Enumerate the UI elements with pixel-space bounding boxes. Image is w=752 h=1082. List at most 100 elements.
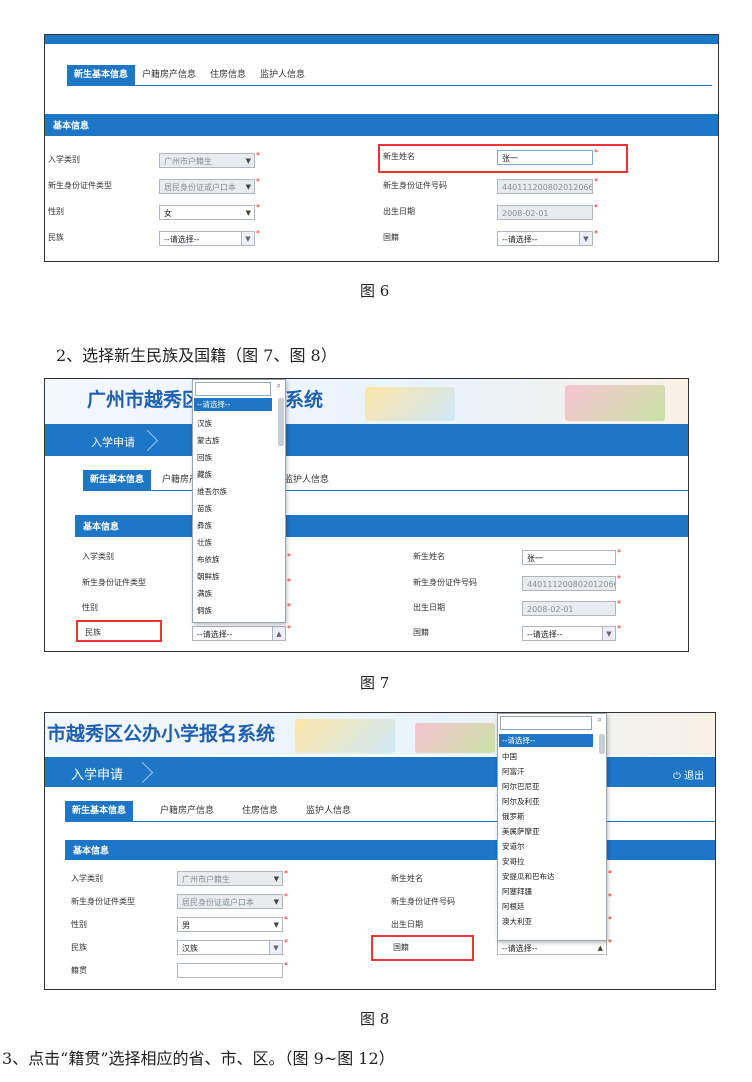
label-id-type: 新生身份证件类型 xyxy=(82,578,146,587)
dropdown-option[interactable]: 汉族 xyxy=(197,418,212,429)
caption-figure-8: 图 8 xyxy=(360,1010,390,1028)
ethnicity-select[interactable]: --请选择-- ▲ xyxy=(192,626,286,641)
required-mark: * xyxy=(284,892,288,901)
label-entry-type: 入学类别 xyxy=(71,874,103,883)
nationality-select[interactable]: --请选择-- ▼ xyxy=(522,626,616,641)
required-mark: * xyxy=(256,229,260,238)
tab-household-property[interactable]: 户籍房产信息 xyxy=(153,801,221,821)
dropdown-option[interactable]: 俄罗斯 xyxy=(502,811,525,822)
required-mark: * xyxy=(594,177,598,186)
dropdown-scrollbar[interactable] xyxy=(278,398,284,446)
highlight-name-field xyxy=(378,144,628,173)
dropdown-option[interactable]: 壮族 xyxy=(197,537,212,548)
label-birth-date: 出生日期 xyxy=(413,603,445,612)
section-header-basic-info: 基本信息 xyxy=(45,114,718,136)
dropdown-option[interactable]: 阿尔巴尼亚 xyxy=(502,781,540,792)
caption-figure-6: 图 6 xyxy=(360,282,390,300)
tab-housing[interactable]: 住房信息 xyxy=(203,65,253,85)
search-icon: ⌕ xyxy=(597,715,602,724)
dropdown-option[interactable]: 苗族 xyxy=(197,503,212,514)
entry-type-select[interactable]: 广州市户籍生 ▼ xyxy=(177,871,283,886)
nav-enrollment-application[interactable]: 入学申请 xyxy=(71,764,123,783)
caption-figure-7: 图 7 xyxy=(360,674,390,692)
search-icon: ⌕ xyxy=(276,381,281,390)
dropdown-option[interactable]: 安哥拉 xyxy=(502,856,525,867)
tab-housing[interactable]: 住房信息 xyxy=(235,801,285,821)
nav-enrollment-application[interactable]: 入学申请 xyxy=(91,434,135,450)
required-mark: * xyxy=(284,915,288,924)
label-nationality: 国籍 xyxy=(413,628,429,637)
ethnicity-select[interactable]: --请选择-- ▼ xyxy=(159,231,255,246)
system-title-suffix: 系统 xyxy=(285,389,324,411)
power-icon: ⏻ xyxy=(673,771,681,782)
tab-guardian[interactable]: 监护人信息 xyxy=(299,801,358,821)
dropdown-option-selected[interactable]: --请选择-- xyxy=(499,734,593,747)
required-mark: * xyxy=(287,552,291,561)
nationality-select[interactable]: --请选择-- ▲ xyxy=(497,940,607,955)
ethnicity-dropdown-list[interactable]: ⌕ --请选择-- 汉族 蒙古族 回族 藏族 维吾尔族 苗族 彝族 壮族 布依族… xyxy=(192,379,286,623)
dropdown-option[interactable]: 侗族 xyxy=(197,605,212,616)
label-id-number: 新生身份证件号码 xyxy=(383,181,447,190)
dropdown-option[interactable]: 澳大利亚 xyxy=(502,916,532,927)
banner-decoration xyxy=(295,719,395,753)
dropdown-option[interactable]: 维吾尔族 xyxy=(197,486,227,497)
tab-underline xyxy=(67,85,712,86)
nationality-dropdown-list[interactable]: ⌕ --请选择-- 中国 阿富汗 阿尔巴尼亚 阿尔及利亚 俄罗斯 美属萨摩亚 安… xyxy=(497,713,607,941)
dropdown-option[interactable]: 安道尔 xyxy=(502,841,525,852)
banner-decoration xyxy=(415,723,495,753)
ethnicity-select[interactable]: 汉族 ▼ xyxy=(177,940,283,955)
entry-type-select[interactable]: 广州市户籍生 ▼ xyxy=(159,153,255,168)
logout-button[interactable]: ⏻ 退出 xyxy=(673,767,704,782)
dropdown-option[interactable]: 藏族 xyxy=(197,469,212,480)
dropdown-option[interactable]: 布依族 xyxy=(197,554,220,565)
native-place-input[interactable] xyxy=(177,963,283,978)
highlight-nationality-label xyxy=(371,935,474,961)
dropdown-scrollbar[interactable] xyxy=(599,734,605,754)
id-type-select[interactable]: 居民身份证或户口本 ▼ xyxy=(159,179,255,194)
dropdown-option[interactable]: 朝鲜族 xyxy=(197,571,220,582)
tab-student-basic-info[interactable]: 新生基本信息 xyxy=(83,470,152,490)
dropdown-search-input[interactable] xyxy=(500,716,592,730)
id-number-input[interactable]: 440111200802012066 xyxy=(497,179,593,194)
label-birth-date: 出生日期 xyxy=(391,920,423,929)
dropdown-option[interactable]: 阿富汗 xyxy=(502,766,525,777)
highlight-ethnicity-label xyxy=(76,620,162,642)
dropdown-option[interactable]: 阿根廷 xyxy=(502,901,525,912)
required-mark: * xyxy=(608,869,612,878)
tab-underline xyxy=(83,490,688,491)
id-type-select[interactable]: 居民身份证或户口本 ▼ xyxy=(177,894,283,909)
birth-date-input[interactable]: 2008-02-01 xyxy=(497,205,593,220)
label-native-place: 籍贯 xyxy=(71,966,87,975)
dropdown-option-selected[interactable]: --请选择-- xyxy=(194,398,272,411)
tab-household-property[interactable]: 户籍房产信息 xyxy=(135,65,203,85)
dropdown-option[interactable]: 中国 xyxy=(502,751,517,762)
gender-select[interactable]: 女 ▼ xyxy=(159,205,255,220)
dropdown-option[interactable]: 回族 xyxy=(197,452,212,463)
dropdown-option[interactable]: 彝族 xyxy=(197,520,212,531)
dropdown-search-input[interactable] xyxy=(195,382,271,396)
dropdown-option[interactable]: 蒙古族 xyxy=(197,435,220,446)
label-name: 新生姓名 xyxy=(413,552,445,561)
banner-decoration xyxy=(365,387,455,421)
tab-student-basic-info[interactable]: 新生基本信息 xyxy=(65,801,134,821)
dropdown-option[interactable]: 安提瓜和巴布达 xyxy=(502,871,555,882)
tab-underline xyxy=(65,821,715,822)
nationality-select[interactable]: --请选择-- ▼ xyxy=(497,231,593,246)
birth-date-input[interactable]: 2008-02-01 xyxy=(522,601,616,616)
dropdown-option[interactable]: 阿尔及利亚 xyxy=(502,796,540,807)
required-mark: * xyxy=(284,938,288,947)
tab-guardian[interactable]: 监护人信息 xyxy=(253,65,312,85)
system-title: 广州市越秀区 xyxy=(87,389,202,411)
label-id-number: 新生身份证件号码 xyxy=(413,578,477,587)
tab-student-basic-info[interactable]: 新生基本信息 xyxy=(67,65,136,85)
label-entry-type: 入学类别 xyxy=(48,155,80,164)
step-2-text: 2、选择新生民族及国籍（图 7、图 8） xyxy=(56,346,337,365)
name-input[interactable]: 张一 xyxy=(522,550,616,565)
required-mark: * xyxy=(608,915,612,924)
dropdown-option[interactable]: 满族 xyxy=(197,588,212,599)
dropdown-option[interactable]: 美属萨摩亚 xyxy=(502,826,540,837)
id-number-input[interactable]: 440111200802012066 xyxy=(522,576,616,591)
gender-select[interactable]: 男 ▼ xyxy=(177,917,283,932)
dropdown-option[interactable]: 阿塞拜疆 xyxy=(502,886,532,897)
required-mark: * xyxy=(287,602,291,611)
